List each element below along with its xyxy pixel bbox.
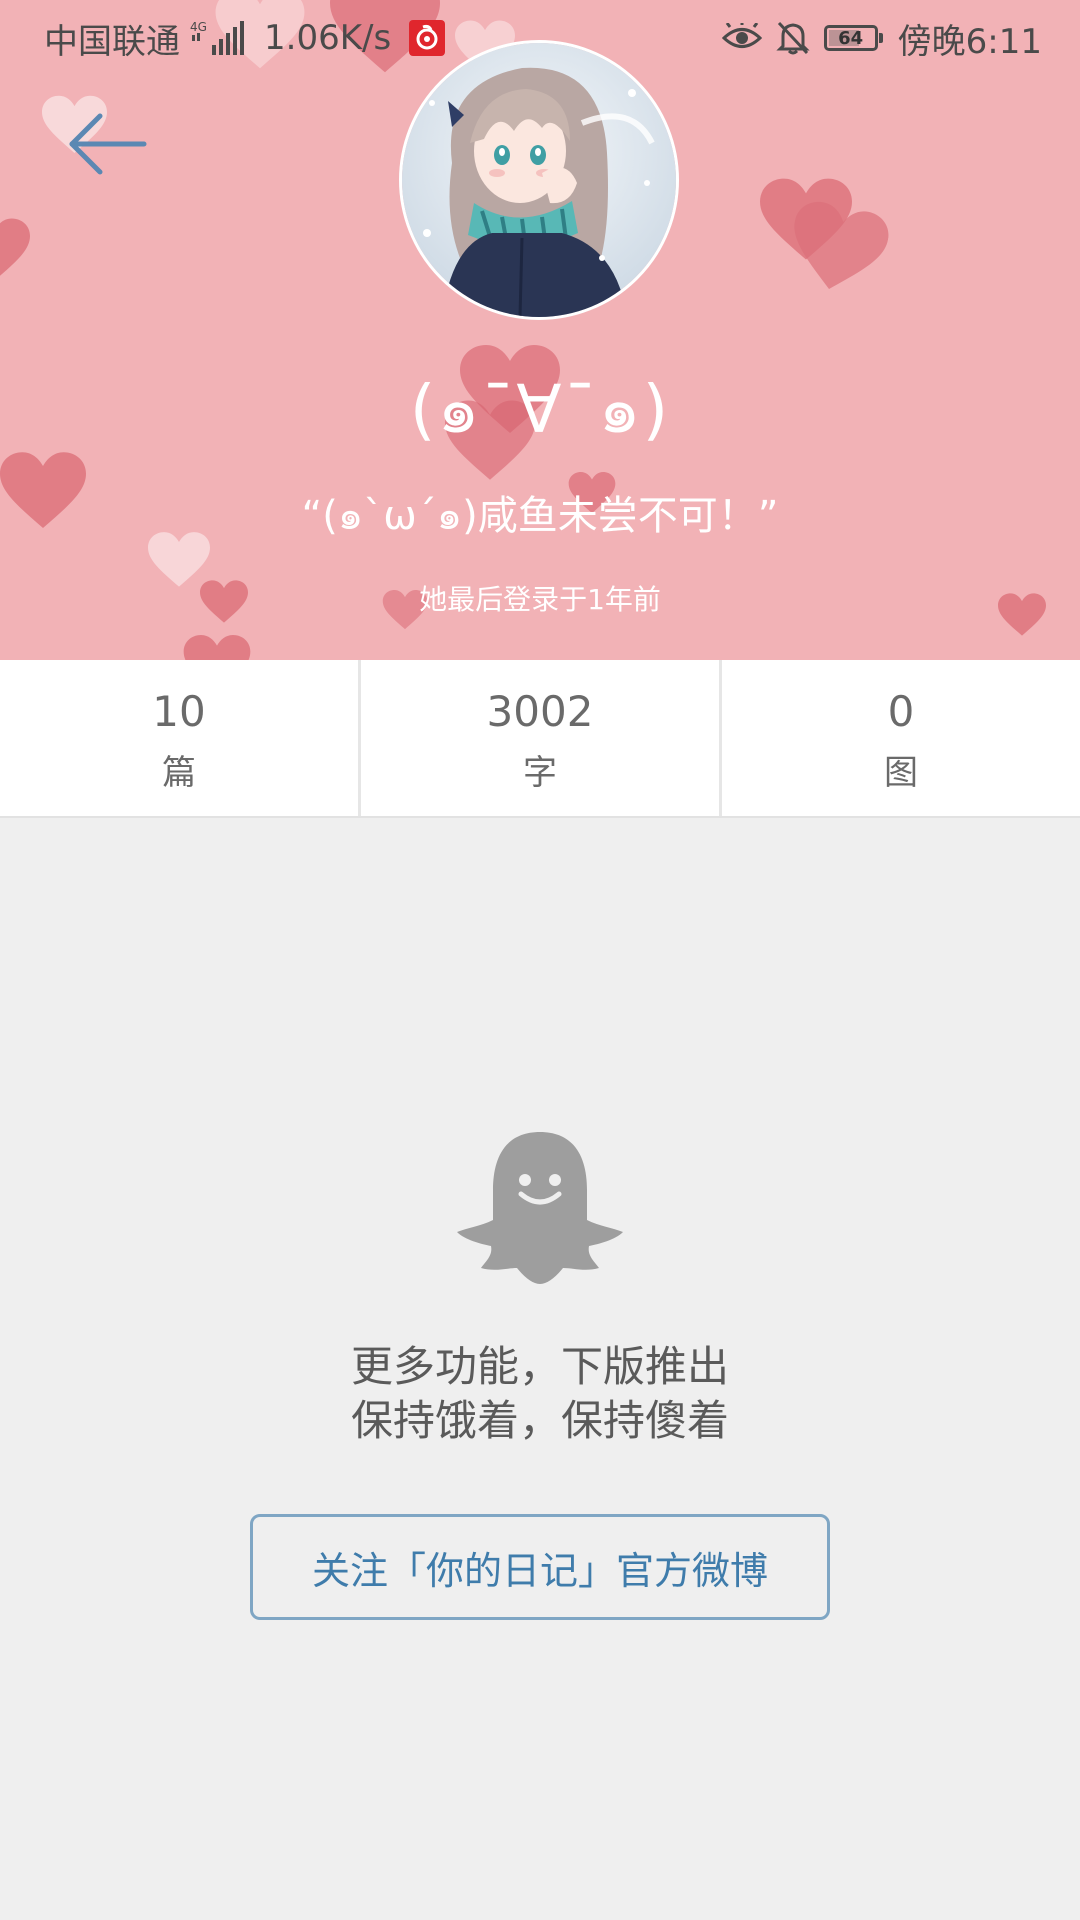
stat-label: 字 (523, 753, 557, 793)
stat-value: 10 (152, 687, 206, 736)
profile-bio: “(๑`ω´๑)咸鱼未尝不可！” (301, 493, 779, 539)
avatar[interactable] (399, 40, 679, 320)
battery-icon: 64 (823, 25, 883, 51)
follow-weibo-button[interactable]: 关注「你的日记」官方微博 (250, 1514, 830, 1620)
ghost-icon (457, 1132, 623, 1284)
stats-bar: 10 篇 3002 字 0 图 (0, 660, 1080, 818)
stat-entries[interactable]: 10 篇 (0, 660, 358, 816)
profile-name: (๑¯∀¯๑) (409, 371, 671, 448)
coming-soon-line: 保持饿着，保持傻着 (350, 1396, 729, 1445)
stat-characters[interactable]: 3002 字 (358, 660, 719, 816)
stat-label: 篇 (162, 753, 196, 793)
heart-decoration-icon (183, 635, 251, 660)
network-speed: 1.06K/s (264, 18, 392, 58)
netease-music-icon (409, 20, 446, 56)
coming-soon-text: 更多功能，下版推出 保持饿着，保持傻着 (0, 1340, 1080, 1448)
network-type-label: 4G (190, 20, 207, 34)
carrier-name: 中国联通 (44, 21, 180, 62)
profile-header: 中国联通 4G 1.06K/s 64 傍晚6:11 (๑¯∀¯๑) “(๑`ω´… (0, 0, 1080, 660)
status-bar-left: 中国联通 4G 1.06K/s (44, 16, 446, 62)
status-bar-right: 64 傍晚6:11 (721, 16, 1042, 62)
stat-images[interactable]: 0 图 (719, 660, 1080, 816)
clock: 傍晚6:11 (897, 21, 1042, 62)
eye-comfort-icon (721, 23, 762, 48)
heart-decoration-icon (0, 218, 30, 276)
stat-value: 0 (887, 687, 915, 736)
last-login-text: 她最后登录于1年前 (419, 583, 661, 616)
avatar-image (402, 43, 676, 317)
battery-level: 64 (838, 27, 864, 49)
profile-page: 中国联通 4G 1.06K/s 64 傍晚6:11 (๑¯∀¯๑) “(๑`ω´… (0, 0, 1080, 1920)
stat-value: 3002 (486, 687, 594, 736)
signal-strength-icon: 4G (190, 20, 244, 55)
notifications-off-icon (776, 21, 810, 55)
back-arrow-icon[interactable] (60, 108, 156, 184)
heart-decoration-icon (794, 201, 889, 289)
coming-soon-line: 更多功能，下版推出 (350, 1342, 729, 1391)
stat-label: 图 (884, 753, 918, 793)
